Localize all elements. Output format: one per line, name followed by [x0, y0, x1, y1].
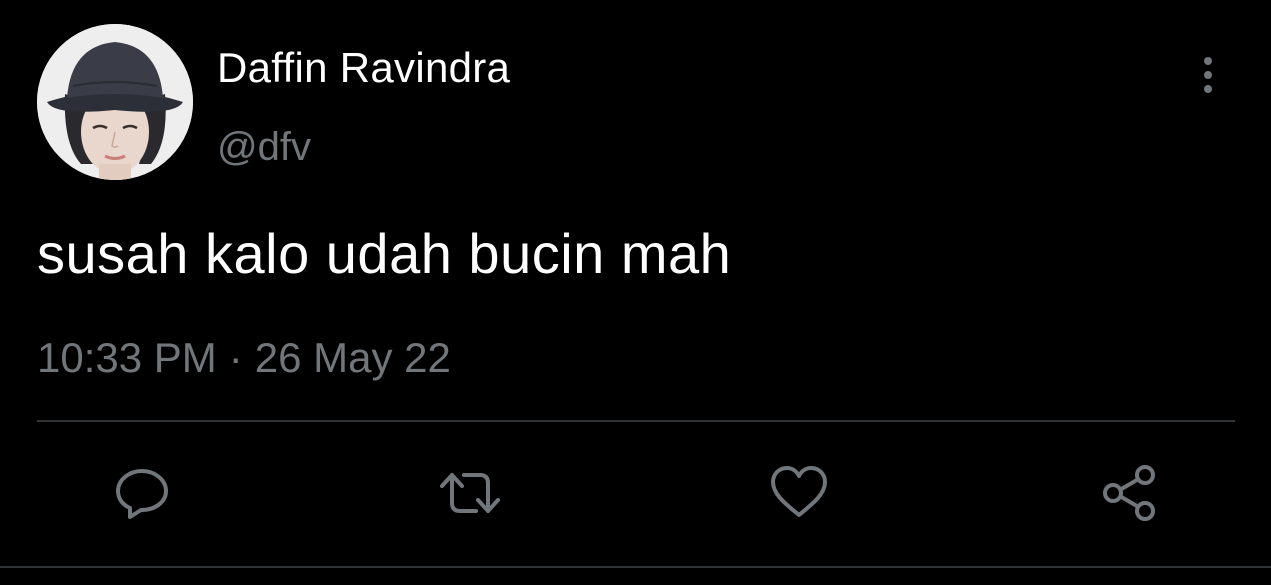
divider: [0, 566, 1271, 568]
tweet-text: susah kalo udah bucin mah: [37, 222, 732, 285]
retweet-icon: [440, 473, 500, 513]
more-options-button[interactable]: [1190, 55, 1226, 95]
avatar-image: [37, 24, 193, 180]
like-button[interactable]: [767, 461, 831, 525]
tweet-timestamp[interactable]: 10:33 PM · 26 May 22: [37, 333, 451, 383]
meta-separator: ·: [228, 334, 243, 381]
retweet-button[interactable]: [438, 461, 502, 525]
tweet-time: 10:33 PM: [37, 334, 217, 381]
more-vertical-icon: [1204, 57, 1212, 93]
share-button[interactable]: [1098, 461, 1162, 525]
heart-icon: [771, 466, 827, 517]
divider: [37, 420, 1235, 422]
tweet-card: Daffin Ravindra @dfv susah kalo udah buc…: [0, 0, 1271, 585]
share-icon: [1103, 465, 1155, 521]
avatar[interactable]: [37, 24, 193, 180]
tweet-date: 26 May 22: [254, 334, 451, 381]
reply-icon: [116, 469, 168, 519]
user-handle[interactable]: @dfv: [217, 124, 311, 170]
reply-button[interactable]: [110, 461, 174, 525]
display-name[interactable]: Daffin Ravindra: [217, 44, 510, 92]
